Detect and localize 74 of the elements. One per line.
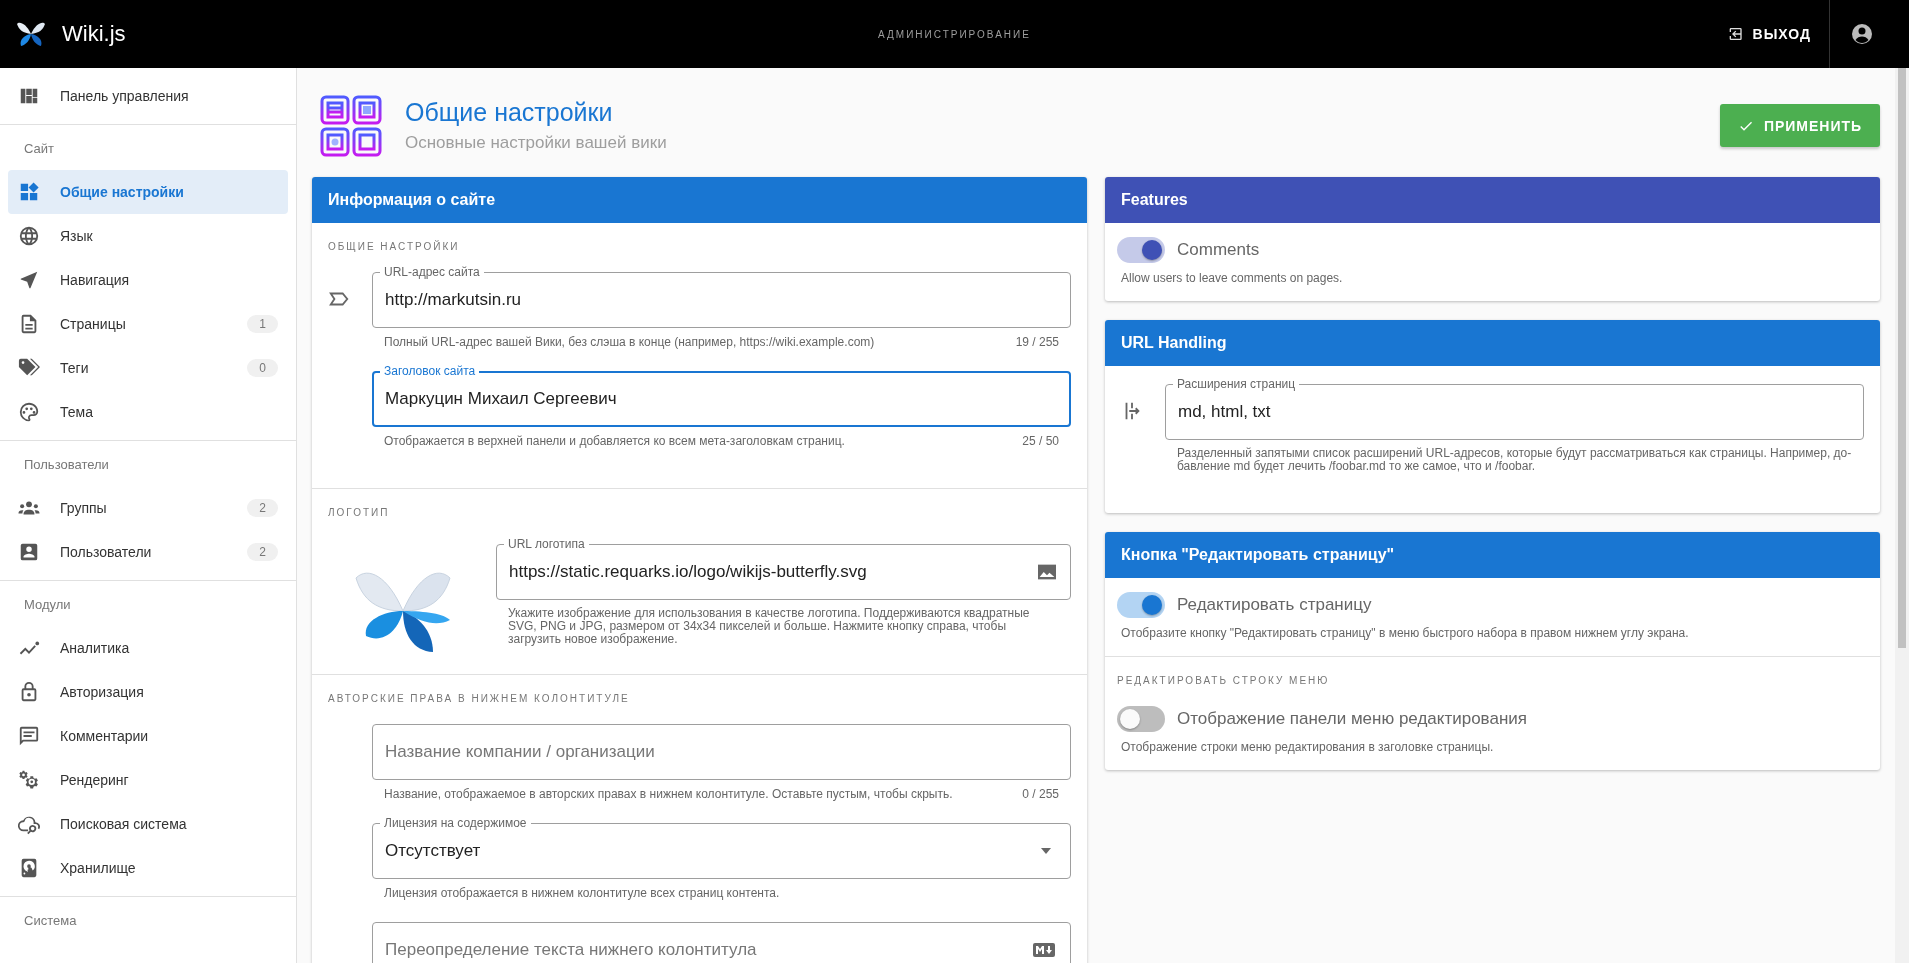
field-hint: Укажите изображение для использования в качестве логотипа. Поддерживаются квадратные SVG, PNG и JPG, размером от 34x34 пикселей и больше. Нажмите кнопку справа, чтобы загрузить новое изображение.	[508, 607, 1031, 646]
card-title: Features	[1121, 191, 1188, 209]
field-label: URL логотипа	[504, 537, 589, 551]
toggle-switch[interactable]	[1117, 592, 1165, 618]
sidebar-item[interactable]: Рендеринг	[8, 758, 288, 802]
settings-grid-icon	[319, 93, 383, 158]
user-card-icon	[18, 541, 40, 563]
count-badge: 1	[247, 315, 278, 333]
toggle-label: Отображение панели меню редактирования	[1177, 709, 1527, 729]
toggle-label: Comments	[1177, 240, 1260, 260]
caret-down-icon	[1040, 847, 1052, 855]
gears-icon	[18, 769, 40, 791]
sidebar-item[interactable]: Аналитика	[8, 626, 288, 670]
toggle-hint: Отображение строки меню редактирования в заголовке страницы.	[1121, 740, 1495, 754]
text-field[interactable]: Переопределение текста нижнего колонтитула	[372, 922, 1071, 963]
logout-button[interactable]: ВЫХОД	[1708, 14, 1829, 54]
field-hint: Разделенный запятыми список расширений URL-адресов, которые будут рассматриваться как страницы. Например, до-бавление md будет лечить /foobar.md то же самое, что и /foobar.	[1177, 447, 1852, 473]
toggle-switch[interactable]	[1117, 706, 1165, 732]
text-field[interactable]: Название компании / организации	[372, 724, 1071, 780]
sidebar-item[interactable]: Тема	[8, 390, 288, 434]
sidebar-item[interactable]: Страницы 1	[8, 302, 288, 346]
field-hint: Полный URL-адрес вашей Вики, без слэша в конце (например, https://wiki.example.com)	[384, 335, 875, 349]
toggle-label: Редактировать страницу	[1177, 595, 1372, 615]
page-subtitle: Основные настройки вашей вики	[405, 133, 667, 153]
toggle-hint: Отобразите кнопку "Редактировать страницу" в меню быстрого набора в правом нижнем углу экрана.	[1121, 626, 1690, 640]
field-hint: Лицензия отображается в нижнем колонтитуле всех страниц контента.	[384, 886, 780, 900]
count-badge: 0	[247, 359, 278, 377]
card-title: Кнопка "Редактировать страницу"	[1121, 546, 1395, 564]
sidebar-section-title: Система	[24, 913, 77, 928]
widgets-icon	[18, 181, 40, 203]
sidebar-item[interactable]: Группы 2	[8, 486, 288, 530]
sidebar-item[interactable]: Хранилище	[8, 846, 288, 890]
toggle-hint: Allow users to leave comments on pages.	[1121, 271, 1344, 285]
navigation-arrow-icon	[18, 269, 40, 291]
palette-icon	[18, 401, 40, 423]
field-hint: Название, отображаемое в авторских правах в нижнем колонтитуле. Оставьте пустым, чтобы скрыть.	[384, 787, 953, 801]
field-label: URL-адрес сайта	[380, 265, 484, 279]
scrollbar[interactable]	[1895, 68, 1909, 963]
sidebar-section-title: Модули	[24, 597, 71, 612]
card-title: URL Handling	[1121, 334, 1227, 352]
globe-icon	[18, 225, 40, 247]
count-badge: 2	[247, 543, 278, 561]
sidebar-item[interactable]: Панель управления	[8, 74, 288, 118]
character-counter: 0 / 255	[1022, 787, 1059, 801]
section-heading: РЕДАКТИРОВАТЬ СТРОКУ МЕНЮ	[1117, 675, 1331, 686]
field-hint: Отображается в верхней панели и добавляется ко всем мета-заголовкам страниц.	[384, 434, 845, 448]
sidebar-item[interactable]: Язык	[8, 214, 288, 258]
account-circle-icon	[1849, 22, 1874, 46]
page-title: Общие настройки	[405, 98, 614, 127]
count-badge: 2	[247, 499, 278, 517]
sidebar-item[interactable]: Общие настройки	[8, 170, 288, 214]
markdown-icon	[1033, 943, 1055, 957]
sidebar-section-title: Пользователи	[24, 457, 109, 472]
sidebar-item[interactable]: Пользователи 2	[8, 530, 288, 574]
sidebar-item[interactable]: Поисковая система	[8, 802, 288, 846]
admin-title: АДМИНИСТРИРОВАНИЕ	[878, 28, 1031, 40]
field-label: Расширения страниц	[1173, 377, 1300, 391]
field-label: Лицензия на содержимое	[380, 816, 531, 830]
field-label: Заголовок сайта	[380, 364, 480, 378]
character-counter: 25 / 50	[1022, 434, 1059, 448]
section-heading: ЛОГОТИП	[328, 507, 391, 518]
sidebar-section-title: Сайт	[24, 141, 54, 156]
character-counter: 19 / 255	[1015, 335, 1059, 349]
toggle-switch[interactable]	[1117, 237, 1165, 263]
butterfly-logo-icon	[16, 21, 46, 47]
comment-icon	[18, 725, 40, 747]
sidebar-item[interactable]: Навигация	[8, 258, 288, 302]
sidebar-item[interactable]: Комментарии	[8, 714, 288, 758]
sidebar-item[interactable]: Теги 0	[8, 346, 288, 390]
app-name: Wiki.js	[62, 21, 126, 47]
section-heading: АВТОРСКИЕ ПРАВА В НИЖНЕМ КОЛОНТИТУЛЕ	[328, 693, 631, 704]
sidebar-item[interactable]: Авторизация	[8, 670, 288, 714]
card-title: Информация о сайте	[328, 191, 496, 209]
section-heading: ОБЩИЕ НАСТРОЙКИ	[328, 241, 461, 252]
